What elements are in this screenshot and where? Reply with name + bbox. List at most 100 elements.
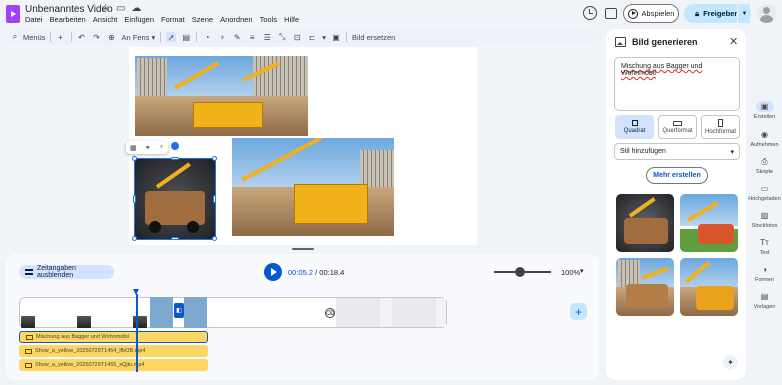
placeholder-clip[interactable] <box>336 298 446 327</box>
menu-tools[interactable]: Tools <box>260 15 278 24</box>
cloud-status-icon[interactable]: ☁ <box>131 3 141 14</box>
menu-bar: Datei Bearbeiten Ansicht Einfügen Format… <box>25 15 299 24</box>
rotate-handle[interactable] <box>171 142 179 150</box>
format-portrait-button[interactable]: Hochformat <box>701 115 740 139</box>
prompt-input[interactable]: Mischung aus Bagger und Wohnmobil <box>614 57 740 111</box>
style-dropdown[interactable]: Stil hinzufügen ▾ <box>614 143 740 160</box>
toggle-timing-button[interactable]: Zeitangaben ausblenden <box>19 265 114 279</box>
video-track-icon <box>25 348 32 354</box>
select-cursor-icon[interactable]: ➚ <box>166 32 177 42</box>
reset-image-icon[interactable]: ⤡ <box>277 32 287 42</box>
rail-stock-photos[interactable]: ▨ Stockfotos <box>747 210 782 229</box>
comments-icon[interactable] <box>605 8 617 19</box>
video-clip[interactable] <box>184 297 207 328</box>
lock-icon: 🔒︎ <box>695 8 700 18</box>
redo-icon[interactable]: ↷ <box>92 32 102 42</box>
border-dash-icon[interactable]: ☰ <box>262 32 272 42</box>
shape-icon[interactable]: ◔ <box>202 32 212 42</box>
generated-image-3[interactable] <box>616 258 674 316</box>
pen-icon[interactable]: ✎ <box>232 32 242 42</box>
audio-track[interactable]: Show_a_yellow_20250729T1454_lfbOB.mp4 <box>19 345 208 357</box>
rail-record[interactable]: ◉ Aufnehmen <box>747 129 782 148</box>
resize-handle-top[interactable] <box>171 157 179 160</box>
rail-shapes[interactable]: ◑ Formen <box>747 264 782 283</box>
account-avatar[interactable] <box>757 4 776 23</box>
move-folder-icon[interactable]: ▭ <box>116 3 125 14</box>
image-options-icon[interactable]: ▦ <box>130 144 137 152</box>
textbox-icon[interactable]: ▤ <box>181 32 191 42</box>
menu-edit[interactable]: Bearbeiten <box>50 15 86 24</box>
resize-handle-left[interactable] <box>133 195 136 203</box>
rail-templates[interactable]: ▤ Vorlagen <box>747 291 782 310</box>
paint-format-icon[interactable]: ♆ <box>217 32 227 42</box>
scene-thumbnail[interactable] <box>77 316 91 328</box>
zoom-icon[interactable]: ⊕ <box>107 32 117 42</box>
document-title[interactable]: Unbenanntes Video <box>25 4 113 15</box>
menu-insert[interactable]: Einfügen <box>124 15 154 24</box>
dropdown-arrow-icon[interactable]: ▾ <box>322 33 326 42</box>
generated-image-1[interactable] <box>616 194 674 252</box>
excavator-image-2[interactable] <box>232 138 394 236</box>
transition-icon[interactable]: ◧ <box>174 303 184 318</box>
close-icon[interactable]: ✕ <box>729 35 738 48</box>
rail-text[interactable]: Tт Text <box>747 237 782 256</box>
menu-file[interactable]: Datei <box>25 15 43 24</box>
version-history-icon[interactable] <box>583 6 597 20</box>
divider <box>70 32 72 42</box>
resize-handle-bl[interactable] <box>132 236 137 241</box>
format-square-button[interactable]: Quadrat <box>615 115 654 139</box>
generated-image-4[interactable] <box>680 258 738 316</box>
rail-uploaded[interactable]: ▭ Hochgeladen <box>747 183 782 202</box>
crop-icon[interactable]: ⊏ <box>307 32 317 42</box>
generated-image-2[interactable] <box>680 194 738 252</box>
replace-image-icon[interactable]: ▣ <box>331 32 341 42</box>
audio-track[interactable]: Mischung aus Bagger und Wohnmobil <box>19 331 208 343</box>
panel-resize-handle[interactable] <box>292 248 314 250</box>
menu-scene[interactable]: Szene <box>192 15 213 24</box>
star-icon[interactable]: ☆ <box>101 3 110 14</box>
scene-thumbnail[interactable] <box>21 316 35 328</box>
menu-search[interactable]: ⌕ Menüs <box>10 32 51 42</box>
video-clip[interactable] <box>150 297 173 328</box>
add-scene-button[interactable]: + <box>570 303 587 320</box>
playhead-line[interactable] <box>136 294 138 372</box>
excavator-image-1[interactable] <box>135 56 308 136</box>
format-landscape-button[interactable]: Querformat <box>658 115 697 139</box>
mask-image-icon[interactable]: ⊡ <box>292 32 302 42</box>
add-icon[interactable]: + <box>56 32 66 42</box>
timeline-play-button[interactable] <box>264 263 282 281</box>
resize-handle-br[interactable] <box>212 236 217 241</box>
timeline-zoom-slider-knob[interactable] <box>515 267 525 277</box>
rail-scripts[interactable]: ⎙ Skripte <box>747 156 782 176</box>
replace-image-button[interactable]: Bild ersetzen <box>352 33 395 42</box>
dropdown-arrow-icon: ▾ <box>730 148 734 156</box>
resize-handle-right[interactable] <box>213 195 216 203</box>
resize-handle-tr[interactable] <box>212 156 217 161</box>
menu-help[interactable]: Hilfe <box>284 15 299 24</box>
create-more-button[interactable]: Mehr erstellen <box>646 167 708 184</box>
menu-arrange[interactable]: Anordnen <box>220 15 253 24</box>
rail-label: Vorlagen <box>753 304 776 310</box>
zoom-dropdown[interactable]: An Fens ▾ <box>122 33 156 42</box>
chevron-down-icon[interactable]: ▾ <box>580 267 584 275</box>
divider <box>196 32 198 42</box>
menu-format[interactable]: Format <box>161 15 185 24</box>
border-weight-icon[interactable]: ≡ <box>247 32 257 42</box>
resize-handle-tl[interactable] <box>132 156 137 161</box>
panel-title: Bild generieren <box>632 37 698 47</box>
eraser-icon[interactable]: ⌫ <box>325 308 335 318</box>
resize-handle-bottom[interactable] <box>171 237 179 240</box>
style-dropdown-label: Stil hinzufügen <box>620 148 666 155</box>
audio-track[interactable]: Show_a_yellow_20250729T1455_sQjtu.mp4 <box>19 359 208 371</box>
play-button[interactable]: Abspielen <box>623 4 679 23</box>
undo-icon[interactable]: ↶ <box>77 32 87 42</box>
link-icon[interactable]: ⚭ <box>145 144 151 152</box>
rail-label: Aufnehmen <box>750 142 779 148</box>
rail-create[interactable]: ▣ Erstellen <box>747 101 782 120</box>
lightbulb-icon[interactable]: ✦ <box>723 355 738 370</box>
paint-format-icon[interactable]: ♆ <box>159 144 164 151</box>
menu-view[interactable]: Ansicht <box>93 15 118 24</box>
divider <box>345 32 347 42</box>
vids-logo-icon[interactable] <box>6 5 20 23</box>
landscape-icon <box>673 120 682 126</box>
